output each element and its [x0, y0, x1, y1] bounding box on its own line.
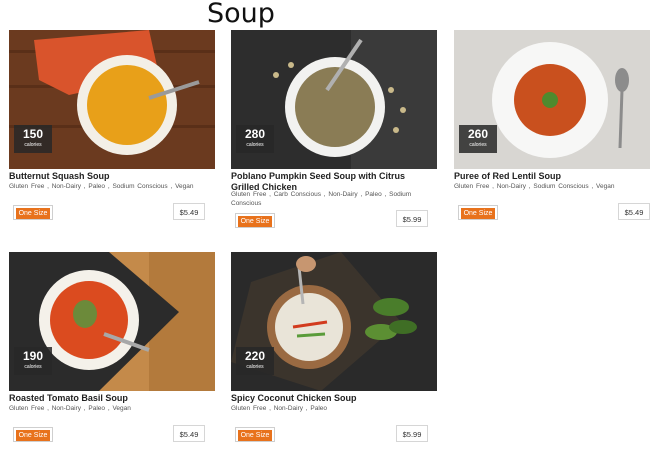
- product-name[interactable]: Spicy Coconut Chicken Soup: [231, 393, 437, 404]
- product-tags: Gluten Free , Non-Dairy , Paleo , Sodium…: [9, 183, 194, 190]
- product-card-roasted-tomato-basil[interactable]: 190 calories Roasted Tomato Basil Soup G…: [9, 252, 215, 447]
- size-option-button[interactable]: One Size: [13, 205, 53, 220]
- product-image[interactable]: 190 calories: [9, 252, 215, 391]
- calorie-badge: 260 calories: [459, 125, 497, 153]
- price-button[interactable]: $5.99: [396, 425, 428, 442]
- price-button[interactable]: $5.49: [618, 203, 650, 220]
- calorie-badge: 190 calories: [14, 347, 52, 375]
- product-card-poblano-pumpkin-seed[interactable]: 280 calories Poblano Pumpkin Seed Soup w…: [231, 30, 437, 240]
- size-option-button[interactable]: One Size: [235, 213, 275, 228]
- price-button[interactable]: $5.99: [396, 210, 428, 227]
- product-image[interactable]: 260 calories: [454, 30, 650, 169]
- product-card-butternut-squash[interactable]: 150 calories Butternut Squash Soup Glute…: [9, 30, 215, 230]
- price-button[interactable]: $5.49: [173, 425, 205, 442]
- product-card-spicy-coconut-chicken[interactable]: 220 calories Spicy Coconut Chicken Soup …: [231, 252, 437, 447]
- calorie-badge: 220 calories: [236, 347, 274, 375]
- price-button[interactable]: $5.49: [173, 203, 205, 220]
- product-tags: Gluten Free , Non-Dairy , Sodium Conscio…: [454, 183, 615, 190]
- product-tags: Gluten Free , Non-Dairy , Paleo: [231, 405, 328, 412]
- product-name[interactable]: Butternut Squash Soup: [9, 171, 215, 182]
- page-title: Soup: [207, 0, 275, 29]
- product-tags: Gluten Free , Non-Dairy , Paleo , Vegan: [9, 405, 131, 412]
- product-image[interactable]: 150 calories: [9, 30, 215, 169]
- product-card-red-lentil[interactable]: 260 calories Puree of Red Lentil Soup Gl…: [454, 30, 650, 230]
- product-tags: Gluten Free , Carb Conscious , Non-Dairy…: [231, 191, 412, 207]
- size-option-button[interactable]: One Size: [13, 427, 53, 442]
- product-name[interactable]: Roasted Tomato Basil Soup: [9, 393, 215, 404]
- calorie-badge: 280 calories: [236, 125, 274, 153]
- product-image[interactable]: 220 calories: [231, 252, 437, 391]
- product-name[interactable]: Puree of Red Lentil Soup: [454, 171, 650, 182]
- size-option-button[interactable]: One Size: [458, 205, 498, 220]
- calorie-badge: 150 calories: [14, 125, 52, 153]
- size-option-button[interactable]: One Size: [235, 427, 275, 442]
- product-image[interactable]: 280 calories: [231, 30, 437, 169]
